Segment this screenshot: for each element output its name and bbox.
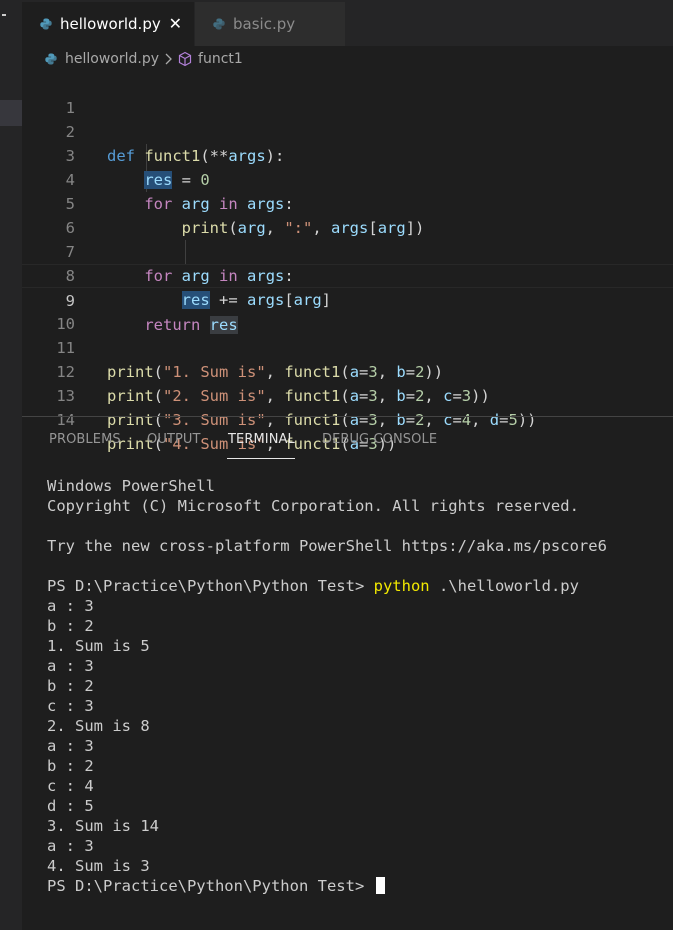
terminal-cursor: [375, 877, 385, 894]
panel-divider[interactable]: [22, 416, 673, 417]
tab-helloworld[interactable]: helloworld.py ✕: [22, 2, 194, 46]
code-line: 14 print("4. Sum is", funct1(a=3)): [22, 384, 673, 453]
breadcrumb-symbol[interactable]: funct1: [198, 51, 243, 67]
tab-terminal[interactable]: TERMINAL: [228, 432, 295, 447]
breadcrumb-file[interactable]: helloworld.py: [65, 51, 159, 67]
python-file-icon: [213, 18, 225, 30]
terminal-line: 4. Sum is 3: [47, 857, 150, 875]
python-file-icon: [40, 18, 52, 30]
terminal-line: d : 5: [47, 797, 94, 815]
python-file-icon: [45, 53, 57, 65]
tab-label: basic.py: [233, 15, 296, 33]
code-line: 7 for arg in args:: [22, 216, 673, 285]
code-line: 3 res = 0: [22, 120, 673, 189]
menu-marker: [2, 14, 6, 16]
code-line-current: 9 return res: [22, 264, 673, 334]
terminal-line: c : 4: [47, 777, 94, 795]
terminal-line: a : 3: [47, 657, 94, 675]
code-line: 8 res += args[arg]: [22, 240, 673, 309]
terminal-prompt-line: PS D:\Practice\Python\Python Test>: [47, 876, 667, 896]
tab-label: helloworld.py: [60, 15, 161, 33]
tab-basic[interactable]: basic.py: [195, 2, 345, 46]
terminal-line: b : 2: [47, 677, 94, 695]
code-line: 12 print("2. Sum is", funct1(a=3, b=2, c…: [22, 336, 673, 405]
breadcrumb: helloworld.py funct1: [45, 48, 243, 70]
terminal-line: 1. Sum is 5: [47, 637, 150, 655]
terminal-line: b : 2: [47, 617, 94, 635]
activity-bar: [0, 0, 22, 930]
method-cube-icon: [178, 51, 192, 67]
terminal-line: a : 3: [47, 837, 94, 855]
code-line: 6: [22, 192, 673, 237]
panel-tab-bar: PROBLEMS OUTPUT TERMINAL DEBUG CONSOLE: [22, 418, 673, 462]
code-line: 5 print(arg, ":", args[arg]): [22, 168, 673, 237]
code-line: 13 print("3. Sum is", funct1(a=3, b=2, c…: [22, 360, 673, 429]
code-line: 10: [22, 288, 673, 333]
terminal-command-line: PS D:\Practice\Python\Python Test> pytho…: [47, 577, 579, 595]
code-line: 4 for arg in args:: [22, 144, 673, 213]
close-icon[interactable]: ✕: [169, 14, 182, 33]
terminal-output[interactable]: Windows PowerShell Copyright (C) Microso…: [47, 476, 667, 896]
terminal-line: a : 3: [47, 737, 94, 755]
code-line: 1: [22, 72, 673, 117]
chevron-right-icon: [165, 53, 172, 65]
terminal-line: c : 3: [47, 697, 94, 715]
terminal-line: a : 3: [47, 597, 94, 615]
code-editor[interactable]: 1 2 def funct1(**args): 3 res = 0 4 for …: [22, 72, 673, 453]
tab-debug-console[interactable]: DEBUG CONSOLE: [322, 432, 437, 447]
terminal-line: Windows PowerShell: [47, 477, 215, 495]
terminal-line: b : 2: [47, 757, 94, 775]
code-line: 11 print("1. Sum is", funct1(a=3, b=2)): [22, 312, 673, 381]
code-line: 2 def funct1(**args):: [22, 96, 673, 165]
terminal-line: Try the new cross-platform PowerShell ht…: [47, 537, 607, 555]
terminal-line: 3. Sum is 14: [47, 817, 159, 835]
active-tab-indicator: [227, 458, 295, 459]
editor-tab-bar: helloworld.py ✕ basic.py: [22, 0, 673, 46]
tab-output[interactable]: OUTPUT: [147, 432, 201, 447]
terminal-line: Copyright (C) Microsoft Corporation. All…: [47, 497, 579, 515]
activity-selected-item[interactable]: [0, 100, 22, 126]
tab-problems[interactable]: PROBLEMS: [49, 432, 121, 447]
terminal-line: 2. Sum is 8: [47, 717, 150, 735]
